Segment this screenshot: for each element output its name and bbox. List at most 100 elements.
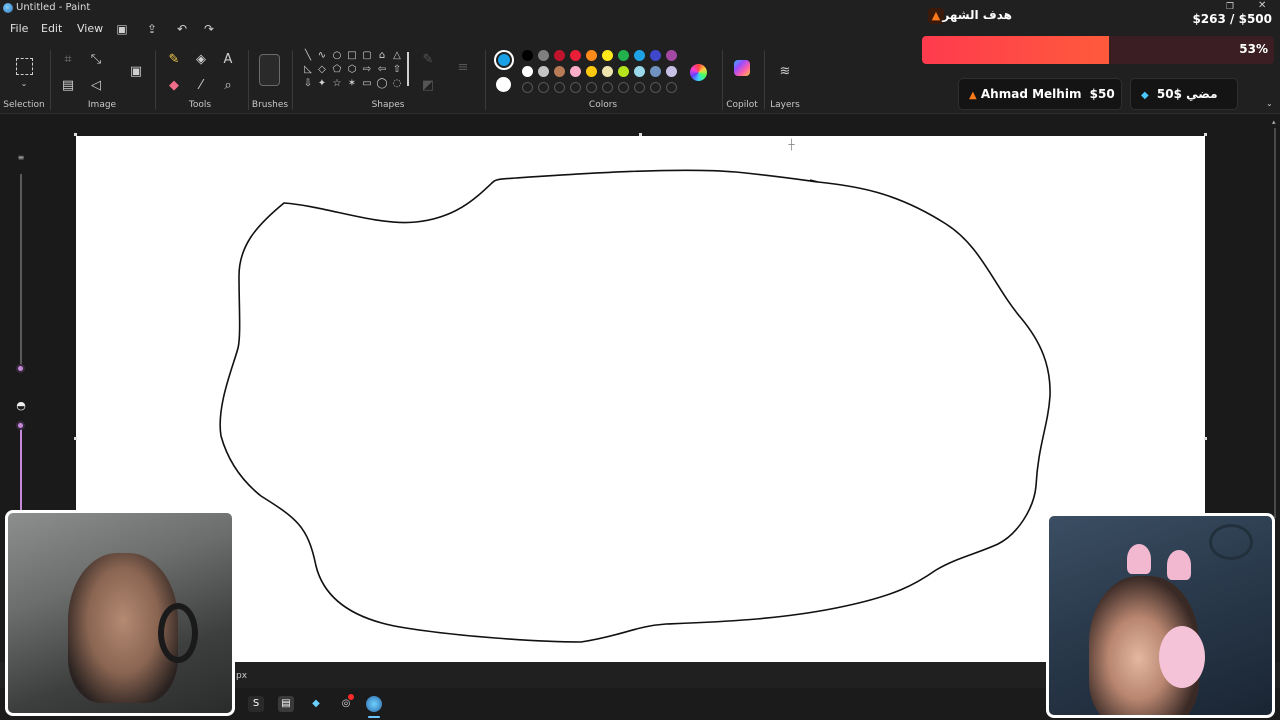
palette-swatch[interactable] bbox=[650, 66, 661, 77]
layers-icon[interactable]: ≋ bbox=[777, 64, 793, 80]
shape-size-icon[interactable]: ≡ bbox=[455, 60, 471, 76]
right-arrow-shape-icon[interactable]: ⇨ bbox=[361, 64, 373, 76]
secondary-color-swatch[interactable] bbox=[496, 77, 511, 92]
primary-color-ring[interactable] bbox=[494, 50, 514, 70]
pentagon-shape-icon[interactable]: ⬠ bbox=[331, 64, 343, 76]
opacity-slider-thumb[interactable] bbox=[16, 421, 25, 430]
canvas-handle-right[interactable] bbox=[1204, 437, 1207, 440]
left-arrow-shape-icon[interactable]: ⇦ bbox=[376, 64, 388, 76]
callout-oval-shape-icon[interactable]: ◯ bbox=[376, 78, 388, 90]
shapes-scrollbar[interactable] bbox=[407, 52, 409, 86]
size-slider-track[interactable] bbox=[20, 174, 22, 369]
pencil-icon[interactable]: ✎ bbox=[166, 52, 182, 68]
custom-color-slot[interactable] bbox=[522, 82, 533, 93]
palette-swatch[interactable] bbox=[618, 66, 629, 77]
palette-swatch[interactable] bbox=[602, 66, 613, 77]
palette-swatch[interactable] bbox=[650, 50, 661, 61]
up-arrow-shape-icon[interactable]: ⇧ bbox=[391, 64, 403, 76]
custom-color-slot[interactable] bbox=[618, 82, 629, 93]
brushes-button[interactable] bbox=[259, 54, 280, 86]
hexagon-shape-icon[interactable]: ⬡ bbox=[346, 64, 358, 76]
opacity-slider-track[interactable] bbox=[20, 424, 22, 514]
palette-swatch[interactable] bbox=[554, 66, 565, 77]
resize-icon[interactable]: ⤡ bbox=[88, 52, 104, 68]
redo-icon[interactable]: ↷ bbox=[200, 20, 218, 38]
palette-swatch[interactable] bbox=[602, 50, 613, 61]
custom-color-slot[interactable] bbox=[554, 82, 565, 93]
restore-icon[interactable]: ❐ bbox=[1226, 2, 1236, 12]
chevron-down-icon[interactable]: ⌄ bbox=[1266, 100, 1274, 108]
polygon-shape-icon[interactable]: ⌂ bbox=[376, 50, 388, 62]
scroll-up-icon[interactable]: ▴ bbox=[1272, 118, 1277, 126]
size-slider-thumb[interactable] bbox=[16, 364, 25, 373]
close-icon[interactable]: ✕ bbox=[1258, 1, 1268, 11]
text-icon[interactable]: A bbox=[220, 52, 236, 68]
line-shape-icon[interactable]: ╲ bbox=[302, 50, 314, 62]
palette-swatch[interactable] bbox=[554, 50, 565, 61]
palette-swatch[interactable] bbox=[538, 66, 549, 77]
triangle-shape-icon[interactable]: △ bbox=[391, 50, 403, 62]
eraser-icon[interactable]: ◆ bbox=[166, 78, 182, 94]
menu-view[interactable]: View bbox=[77, 22, 103, 35]
drawing-canvas[interactable]: ┼ bbox=[76, 136, 1205, 662]
five-point-star-shape-icon[interactable]: ☆ bbox=[331, 78, 343, 90]
primary-color-swatch[interactable] bbox=[498, 54, 510, 66]
menu-edit[interactable]: Edit bbox=[41, 22, 62, 35]
menu-file[interactable]: File bbox=[10, 22, 28, 35]
callout-rect-shape-icon[interactable]: ▭ bbox=[361, 78, 373, 90]
rounded-rectangle-shape-icon[interactable]: ▢ bbox=[361, 50, 373, 62]
fill-icon[interactable]: ◈ bbox=[193, 52, 209, 68]
custom-color-slot[interactable] bbox=[538, 82, 549, 93]
copilot-icon[interactable] bbox=[734, 60, 750, 76]
custom-color-slot[interactable] bbox=[650, 82, 661, 93]
four-point-star-shape-icon[interactable]: ✦ bbox=[316, 78, 328, 90]
palette-swatch[interactable] bbox=[666, 50, 677, 61]
palette-swatch[interactable] bbox=[666, 66, 677, 77]
crop-icon[interactable]: ⌗ bbox=[60, 52, 76, 68]
palette-swatch[interactable] bbox=[586, 50, 597, 61]
magnifier-icon[interactable]: ⌕ bbox=[220, 78, 236, 94]
canvas-handle-top[interactable] bbox=[639, 133, 642, 136]
diamond-shape-icon[interactable]: ◇ bbox=[316, 64, 328, 76]
chevron-down-icon[interactable]: ⌄ bbox=[16, 76, 32, 92]
share-icon[interactable]: ⇪ bbox=[143, 20, 161, 38]
canvas-handle-top-right[interactable] bbox=[1204, 133, 1207, 136]
palette-swatch[interactable] bbox=[522, 50, 533, 61]
custom-color-slot[interactable] bbox=[570, 82, 581, 93]
taskbar-paint-icon[interactable] bbox=[366, 696, 382, 712]
custom-color-slot[interactable] bbox=[586, 82, 597, 93]
rotate-icon[interactable]: ◁ bbox=[88, 78, 104, 94]
custom-color-slot[interactable] bbox=[634, 82, 645, 93]
taskbar-s-app-icon[interactable]: S bbox=[248, 696, 264, 712]
canvas-handle-top-left[interactable] bbox=[74, 133, 77, 136]
custom-color-slot[interactable] bbox=[602, 82, 613, 93]
palette-swatch[interactable] bbox=[634, 50, 645, 61]
custom-color-slot[interactable] bbox=[666, 82, 677, 93]
palette-swatch[interactable] bbox=[618, 50, 629, 61]
callout-cloud-shape-icon[interactable]: ◌ bbox=[391, 78, 403, 90]
palette-swatch[interactable] bbox=[538, 50, 549, 61]
right-triangle-shape-icon[interactable]: ◺ bbox=[302, 64, 314, 76]
down-arrow-shape-icon[interactable]: ⇩ bbox=[302, 78, 314, 90]
six-point-star-shape-icon[interactable]: ✶ bbox=[346, 78, 358, 90]
selection-icon[interactable] bbox=[16, 58, 33, 75]
undo-icon[interactable]: ↶ bbox=[173, 20, 191, 38]
oval-shape-icon[interactable]: ○ bbox=[331, 50, 343, 62]
curve-shape-icon[interactable]: ∿ bbox=[316, 50, 328, 62]
edit-colors-icon[interactable] bbox=[690, 64, 707, 81]
taskbar-window-icon[interactable]: ▤ bbox=[278, 696, 294, 712]
image-remove-bg-icon[interactable]: ▣ bbox=[128, 64, 144, 80]
image-select-icon[interactable]: ▤ bbox=[60, 78, 76, 94]
palette-swatch[interactable] bbox=[570, 66, 581, 77]
rectangle-shape-icon[interactable]: □ bbox=[346, 50, 358, 62]
shape-fill-icon[interactable]: ◩ bbox=[420, 78, 436, 94]
vertical-scrollbar[interactable] bbox=[1274, 128, 1276, 518]
palette-swatch[interactable] bbox=[570, 50, 581, 61]
save-icon[interactable]: ▣ bbox=[113, 20, 131, 38]
color-picker-icon[interactable]: ⁄ bbox=[193, 78, 209, 94]
taskbar-app-icon[interactable]: ◆ bbox=[308, 696, 324, 712]
outline-icon[interactable]: ✎ bbox=[420, 52, 436, 68]
palette-swatch[interactable] bbox=[586, 66, 597, 77]
palette-swatch[interactable] bbox=[522, 66, 533, 77]
palette-swatch[interactable] bbox=[634, 66, 645, 77]
